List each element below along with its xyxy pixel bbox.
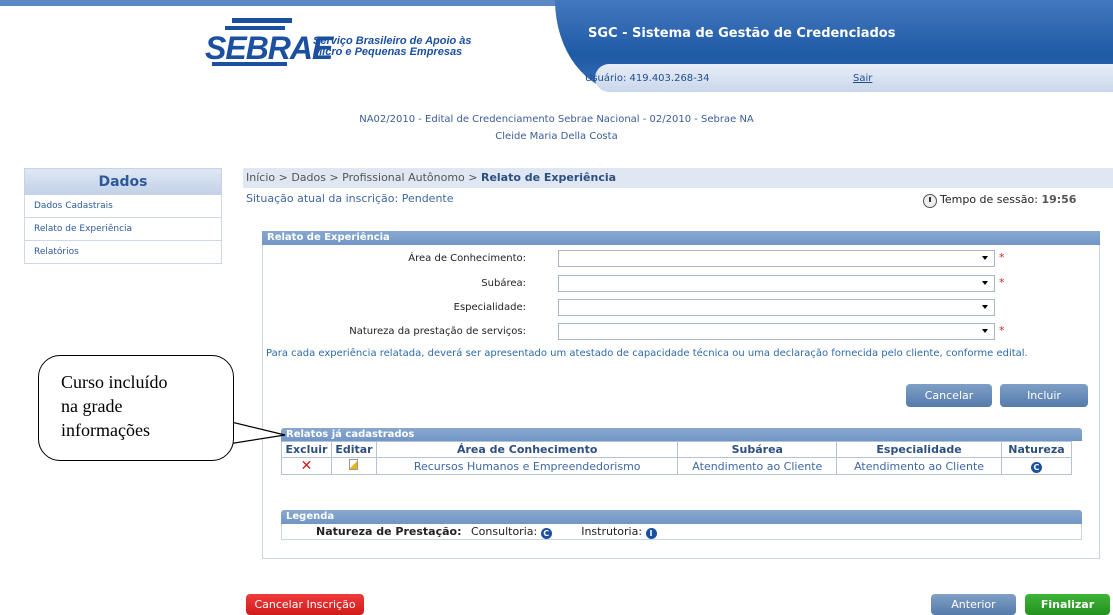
- sidebar: Dados Dados Cadastrais Relato de Experiê…: [24, 168, 222, 264]
- required-marker: *: [999, 324, 1005, 337]
- inscription-status: Situação atual da inscrição: Pendente: [246, 192, 454, 205]
- required-marker: *: [999, 276, 1005, 289]
- delete-icon[interactable]: ✕: [301, 458, 313, 474]
- form-panel-title: Relato de Experiência: [262, 231, 1100, 245]
- header-strip: [0, 0, 565, 6]
- legend-label: Natureza de Prestação:: [316, 525, 462, 538]
- add-button[interactable]: Incluir: [1000, 384, 1088, 407]
- instrutoria-icon: I: [645, 528, 657, 539]
- table-header-row: Excluir Editar Área de Conhecimento Subá…: [281, 441, 1073, 458]
- area-cell: Recursos Humanos e Empreendedorismo: [375, 457, 679, 475]
- especialidade-select[interactable]: [558, 299, 995, 316]
- sidebar-title: Dados: [24, 168, 222, 195]
- legend: Natureza de Prestação: Consultoria: C In…: [281, 524, 1082, 540]
- especialidade-label: Especialidade:: [453, 302, 526, 313]
- consultoria-icon: C: [1030, 462, 1042, 473]
- col-subarea: Subárea: [677, 441, 838, 458]
- relatos-table: Excluir Editar Área de Conhecimento Subá…: [281, 441, 1073, 475]
- edit-cell: [330, 457, 377, 475]
- logout-link[interactable]: Sair: [853, 73, 872, 84]
- system-title: SGC - Sistema de Gestão de Credenciados: [588, 26, 896, 41]
- subarea-label: Subárea:: [481, 278, 526, 289]
- subarea-select[interactable]: [558, 275, 995, 292]
- edit-icon[interactable]: [349, 459, 359, 470]
- col-editar: Editar: [330, 441, 377, 458]
- session-timer: Tempo de sessão: 19:56: [940, 193, 1076, 206]
- sidebar-item-dados-cadastrais[interactable]: Dados Cadastrais: [24, 195, 222, 218]
- previous-button[interactable]: Anterior: [931, 594, 1016, 615]
- required-marker: *: [999, 251, 1005, 264]
- chevron-down-icon: [982, 305, 988, 309]
- logo-subtitle: Serviço Brasileiro de Apoio às Micro e P…: [313, 36, 513, 58]
- breadcrumb-path: Início > Dados > Profissional Autônomo >: [246, 171, 481, 184]
- form-note: Para cada experiência relatada, deverá s…: [266, 348, 1028, 359]
- area-conhecimento-label: Área de Conhecimento:: [408, 253, 526, 264]
- legend-title: Legenda: [281, 510, 1082, 524]
- breadcrumb-current: Relato de Experiência: [480, 171, 617, 184]
- especialidade-cell: Atendimento ao Cliente: [836, 457, 1002, 475]
- logo-subtitle-line2: Micro e Pequenas Empresas: [313, 46, 463, 58]
- sidebar-item-relatorios[interactable]: Relatórios: [24, 241, 222, 264]
- col-area: Área de Conhecimento: [375, 441, 679, 458]
- edital-info: NA02/2010 - Edital de Credenciamento Seb…: [0, 111, 1113, 145]
- natureza-select[interactable]: [558, 323, 995, 340]
- chevron-down-icon: [982, 329, 988, 333]
- finish-button[interactable]: Finalizar: [1025, 594, 1110, 615]
- legend-consultoria: Consultoria:: [471, 525, 538, 538]
- callout-line2: na grade: [61, 396, 123, 416]
- callout-annotation: Curso incluído na grade informações: [38, 355, 234, 461]
- chevron-down-icon: [982, 256, 988, 260]
- relatos-title: Relatos já cadastrados: [281, 428, 1082, 441]
- session-time: 19:56: [1041, 193, 1077, 206]
- consultoria-icon: C: [540, 528, 552, 539]
- chevron-down-icon: [982, 281, 988, 285]
- session-label: Tempo de sessão:: [940, 193, 1042, 206]
- breadcrumb: Início > Dados > Profissional Autônomo >…: [246, 171, 616, 184]
- natureza-label: Natureza da prestação de serviços:: [349, 326, 526, 337]
- cancel-button[interactable]: Cancelar: [906, 384, 992, 407]
- user-label: Usuário: 419.403.268-34: [585, 73, 710, 84]
- col-natureza: Natureza: [1000, 441, 1073, 458]
- edital-title: NA02/2010 - Edital de Credenciamento Seb…: [359, 114, 754, 125]
- callout-line3: informações: [61, 420, 150, 440]
- col-especialidade: Especialidade: [836, 441, 1002, 458]
- callout-line1: Curso incluído: [61, 372, 168, 392]
- logo-stripe: [232, 18, 292, 23]
- area-conhecimento-select[interactable]: [558, 250, 995, 267]
- logo-stripe: [212, 62, 287, 66]
- table-row: ✕ Recursos Humanos e Empreendedorismo At…: [281, 457, 1073, 475]
- cancel-inscription-button[interactable]: Cancelar Inscrição: [246, 594, 364, 615]
- clock-icon: [923, 194, 937, 208]
- subarea-cell: Atendimento ao Cliente: [677, 457, 838, 475]
- legend-instrutoria: Instrutoria:: [581, 525, 643, 538]
- candidate-name: Cleide Maria Della Costa: [495, 131, 618, 142]
- natureza-cell: C: [1000, 457, 1073, 475]
- sidebar-item-relato-experiencia[interactable]: Relato de Experiência: [24, 218, 222, 241]
